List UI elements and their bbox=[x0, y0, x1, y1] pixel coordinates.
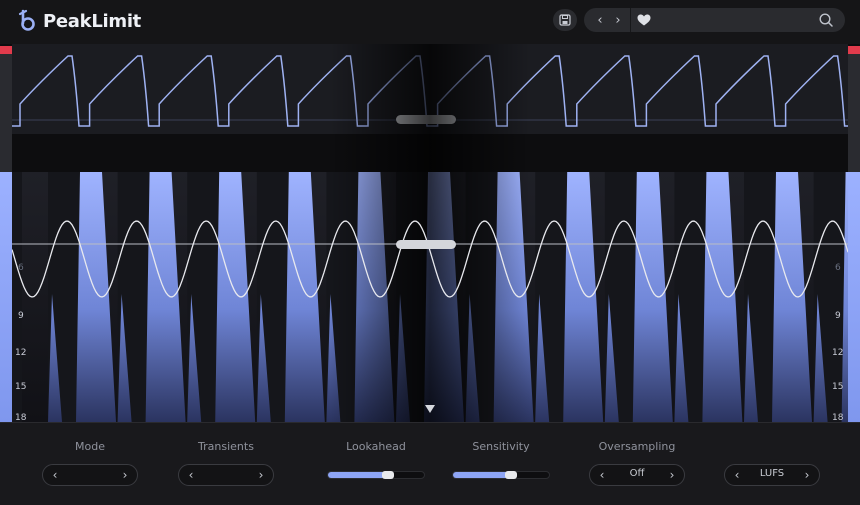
save-preset-button[interactable] bbox=[553, 9, 577, 31]
mode-prev-button[interactable]: ‹ bbox=[46, 465, 64, 485]
chevron-right-icon: › bbox=[804, 468, 810, 482]
header-bar: PeakLimit ‹ › bbox=[0, 0, 860, 44]
chevron-left-icon: ‹ bbox=[188, 468, 194, 482]
logo-icon bbox=[18, 9, 35, 31]
oversampling-prev-button[interactable]: ‹ bbox=[593, 465, 611, 485]
scale-left-6: 6 bbox=[18, 263, 24, 273]
sensitivity-slider-fill bbox=[453, 472, 511, 478]
metering-selector[interactable]: ‹ LUFS › bbox=[724, 464, 820, 486]
output-level-meter bbox=[848, 46, 860, 422]
transients-selector[interactable]: ‹ › bbox=[178, 464, 274, 486]
sensitivity-slider[interactable] bbox=[452, 471, 550, 479]
chevron-right-icon: › bbox=[258, 468, 264, 482]
scale-right-9: 9 bbox=[835, 311, 841, 321]
sensitivity-label: Sensitivity bbox=[472, 440, 530, 453]
scale-right-6: 6 bbox=[835, 263, 841, 273]
oversampling-value: Off bbox=[629, 468, 645, 479]
output-clip-indicator[interactable] bbox=[848, 46, 860, 54]
input-level-fill bbox=[0, 172, 12, 422]
scale-right-12: 12 bbox=[832, 348, 844, 358]
preset-browser: ‹ › bbox=[584, 8, 845, 32]
oversampling-label: Oversampling bbox=[598, 440, 676, 453]
save-icon bbox=[559, 14, 571, 26]
scale-left-9: 9 bbox=[18, 311, 24, 321]
chevron-left-icon: ‹ bbox=[597, 12, 603, 28]
controls-panel: Mode ‹ › Transients ‹ › Lookahead Sensit… bbox=[0, 422, 860, 505]
chevron-right-icon: › bbox=[615, 12, 621, 28]
metering-prev-button[interactable]: ‹ bbox=[728, 465, 746, 485]
chevron-right-icon: › bbox=[669, 468, 675, 482]
waveform-display bbox=[0, 44, 860, 422]
chevron-right-icon: › bbox=[122, 468, 128, 482]
peaklimit-plugin-window: PeakLimit ‹ › 6 9 12 15 18 6 9 12 15 18 … bbox=[0, 0, 860, 505]
output-level-fill bbox=[848, 172, 860, 422]
brand-name: PeakLimit bbox=[43, 10, 141, 32]
preset-divider bbox=[630, 8, 631, 32]
oversampling-next-button[interactable]: › bbox=[663, 465, 681, 485]
lookahead-slider[interactable] bbox=[327, 471, 425, 479]
metering-next-button[interactable]: › bbox=[798, 465, 816, 485]
mode-next-button[interactable]: › bbox=[116, 465, 134, 485]
lookahead-slider-handle[interactable] bbox=[381, 471, 394, 479]
scale-left-15: 15 bbox=[15, 382, 27, 392]
lookahead-label: Lookahead bbox=[346, 440, 406, 453]
scale-right-15: 15 bbox=[832, 382, 844, 392]
input-level-meter bbox=[0, 46, 12, 422]
lookahead-slider-fill bbox=[328, 472, 388, 478]
mode-label: Mode bbox=[75, 440, 105, 453]
preset-prev-button[interactable]: ‹ bbox=[590, 8, 610, 32]
favorite-heart-icon[interactable] bbox=[636, 12, 652, 28]
chevron-left-icon: ‹ bbox=[734, 468, 740, 482]
chevron-left-icon: ‹ bbox=[52, 468, 58, 482]
mode-selector[interactable]: ‹ › bbox=[42, 464, 138, 486]
search-icon[interactable] bbox=[818, 12, 834, 28]
transients-next-button[interactable]: › bbox=[252, 465, 270, 485]
sensitivity-slider-handle[interactable] bbox=[504, 471, 517, 479]
input-clip-indicator[interactable] bbox=[0, 46, 12, 54]
logo: PeakLimit bbox=[18, 8, 141, 34]
preset-next-button[interactable]: › bbox=[608, 8, 628, 32]
chevron-left-icon: ‹ bbox=[599, 468, 605, 482]
waveform-canvas bbox=[11, 44, 860, 422]
metering-value: LUFS bbox=[759, 468, 785, 479]
output-ceiling-handle[interactable] bbox=[396, 240, 456, 249]
center-shade bbox=[330, 44, 530, 422]
scale-left-12: 12 bbox=[15, 348, 27, 358]
transients-prev-button[interactable]: ‹ bbox=[182, 465, 200, 485]
transients-label: Transients bbox=[198, 440, 254, 453]
oversampling-selector[interactable]: ‹ Off › bbox=[589, 464, 685, 486]
